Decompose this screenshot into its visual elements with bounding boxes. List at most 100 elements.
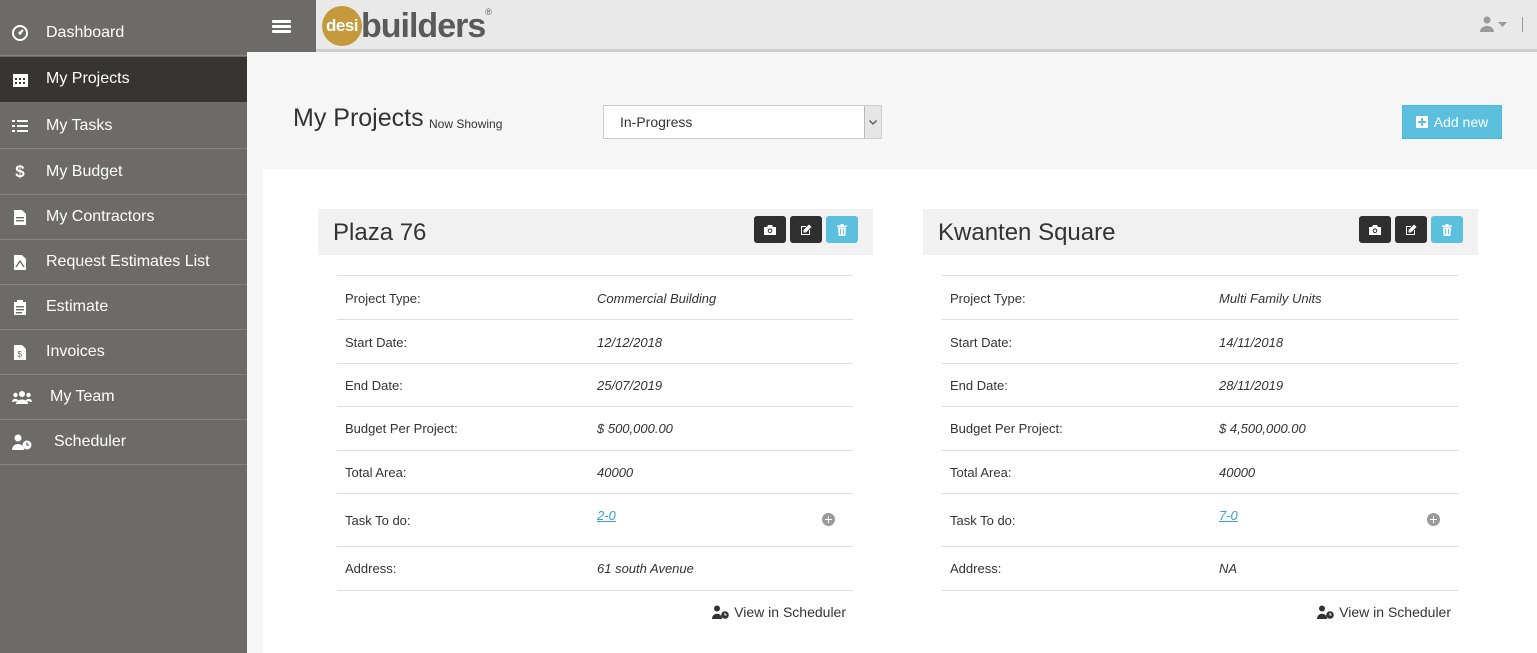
detail-label: Project Type: (345, 291, 421, 306)
detail-row: End Date: 25/07/2019 (337, 363, 853, 406)
photo-button[interactable] (1359, 216, 1391, 243)
sidebar-item-my-projects[interactable]: My Projects (0, 57, 247, 102)
sidebar-item-my-tasks[interactable]: My Tasks (0, 104, 247, 149)
menu-toggle-button[interactable] (247, 0, 316, 52)
detail-row: Budget Per Project: $ 4,500,000.00 (942, 406, 1458, 450)
project-title: Plaza 76 (333, 219, 427, 246)
detail-label: Total Area: (950, 465, 1012, 480)
project-card: Kwanten Square Project Type: Multi Famil… (923, 209, 1478, 620)
sidebar-item-label: Estimate (46, 298, 109, 315)
detail-row: Task To do: 2-0 (337, 493, 853, 546)
sidebar-item-label: My Contractors (46, 208, 155, 225)
detail-value: 28/11/2019 (1219, 378, 1284, 393)
project-card-header: Kwanten Square (923, 209, 1478, 255)
detail-row: Project Type: Commercial Building (337, 275, 853, 319)
detail-value: Multi Family Units (1219, 291, 1322, 306)
detail-value: $ 4,500,000.00 (1219, 421, 1306, 436)
detail-value: 12/12/2018 (597, 335, 663, 350)
trash-icon (1442, 223, 1452, 236)
detail-value: 61 south Avenue (597, 561, 694, 576)
detail-row: Address: NA (942, 546, 1458, 590)
document-icon (10, 209, 30, 225)
add-task-icon[interactable] (822, 513, 835, 526)
sidebar-item-label: Scheduler (54, 433, 127, 450)
delete-button[interactable] (826, 216, 858, 243)
divider (337, 590, 853, 591)
view-in-scheduler-label: View in Scheduler (1339, 604, 1451, 620)
detail-row: Project Type: Multi Family Units (942, 275, 1458, 319)
edit-icon (1406, 224, 1417, 235)
edit-icon (801, 224, 812, 235)
now-showing-label: Now Showing (429, 117, 503, 131)
sidebar-item-invoices[interactable]: $ Invoices (0, 330, 247, 375)
detail-value: 40000 (1219, 465, 1256, 480)
status-filter-select[interactable]: In-Progress (603, 105, 882, 139)
detail-label: Project Type: (950, 291, 1026, 306)
user-menu-button[interactable] (1480, 16, 1507, 32)
add-new-button[interactable]: Add new (1402, 105, 1502, 139)
sidebar-item-my-budget[interactable]: $ My Budget (0, 150, 247, 195)
status-filter-value: In-Progress (620, 114, 693, 130)
detail-row: Total Area: 40000 (337, 450, 853, 493)
detail-value: Commercial Building (597, 291, 717, 306)
sidebar-item-estimate[interactable]: Estimate (0, 285, 247, 330)
sidebar-item-my-team[interactable]: My Team (0, 375, 247, 420)
edit-button[interactable] (790, 216, 822, 243)
detail-row: Start Date: 12/12/2018 (337, 319, 853, 363)
project-card-header: Plaza 76 (318, 209, 873, 255)
project-card: Plaza 76 Project Type: Commercial Buildi… (318, 209, 873, 620)
photo-button[interactable] (754, 216, 786, 243)
detail-label: Start Date: (345, 335, 408, 350)
view-in-scheduler-link[interactable]: View in Scheduler (712, 604, 846, 620)
task-link[interactable]: 7-0 (1219, 508, 1238, 523)
calendar-icon (10, 72, 30, 87)
detail-label: Start Date: (950, 335, 1013, 350)
user-icon (1480, 16, 1494, 32)
project-details: Project Type: Commercial Building Start … (337, 275, 853, 591)
detail-label: Task To do: (950, 513, 1016, 528)
caret-down-icon (1498, 21, 1507, 27)
user-clock-icon (12, 434, 32, 450)
page-title: My Projects (293, 104, 424, 132)
plus-square-icon (1415, 116, 1428, 128)
user-clock-icon (1317, 605, 1334, 619)
delete-button[interactable] (1431, 216, 1463, 243)
svg-text:$: $ (18, 350, 23, 359)
sidebar-item-label: My Projects (46, 70, 130, 87)
sidebar-item-my-contractors[interactable]: My Contractors (0, 195, 247, 240)
hamburger-icon (272, 18, 291, 35)
sidebar-item-request-estimates[interactable]: Request Estimates List (0, 240, 247, 285)
detail-row: Task To do: 7-0 (942, 493, 1458, 546)
detail-label: Address: (950, 561, 1002, 576)
task-link[interactable]: 2-0 (597, 508, 616, 523)
detail-label: Total Area: (345, 465, 407, 480)
add-task-icon[interactable] (1427, 513, 1440, 526)
detail-label: End Date: (950, 378, 1008, 393)
detail-label: Address: (345, 561, 397, 576)
invoice-icon: $ (10, 344, 30, 360)
logo[interactable]: desi builders ® (322, 5, 492, 47)
clipboard-icon (10, 299, 30, 315)
project-title: Kwanten Square (938, 219, 1116, 246)
divider (1522, 17, 1523, 32)
detail-row: Total Area: 40000 (942, 450, 1458, 493)
sidebar-item-scheduler[interactable]: Scheduler (0, 420, 247, 465)
detail-row: End Date: 28/11/2019 (942, 363, 1458, 406)
project-details: Project Type: Multi Family Units Start D… (942, 275, 1458, 591)
view-in-scheduler-link[interactable]: View in Scheduler (1317, 604, 1451, 620)
sidebar-item-label: Dashboard (46, 24, 125, 41)
sidebar-item-dashboard[interactable]: Dashboard (0, 11, 247, 56)
detail-label: Budget Per Project: (950, 421, 1063, 436)
sidebar-item-label: My Tasks (46, 117, 113, 134)
dollar-icon: $ (15, 162, 25, 181)
edit-button[interactable] (1395, 216, 1427, 243)
top-bar: desi builders ® (247, 0, 1537, 52)
pdf-file-icon (10, 254, 30, 270)
logo-registered-mark: ® (485, 7, 492, 17)
sidebar: Dashboard My Projects My Tasks $ My Budg… (0, 0, 247, 653)
tasks-icon (10, 119, 30, 133)
detail-label: Budget Per Project: (345, 421, 458, 436)
sidebar-item-label: My Budget (46, 163, 123, 180)
detail-row: Start Date: 14/11/2018 (942, 319, 1458, 363)
sidebar-item-label: Request Estimates List (46, 253, 210, 270)
